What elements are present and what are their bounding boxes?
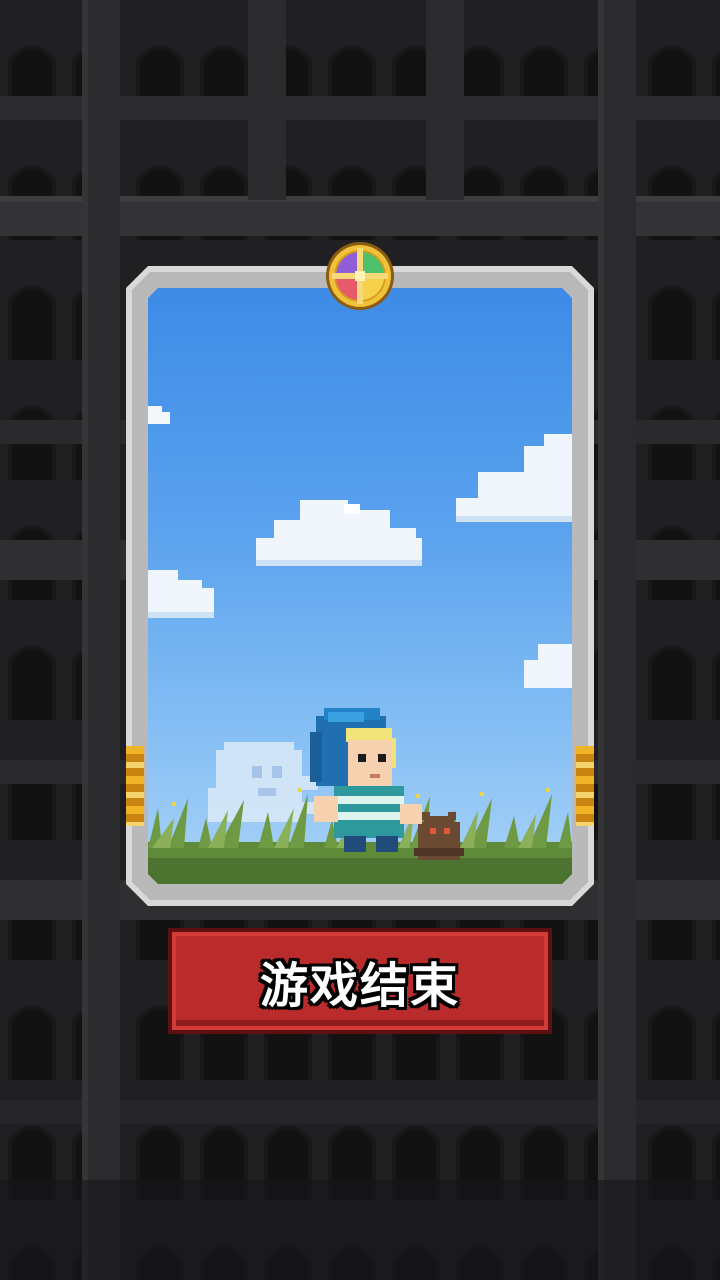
game-over-label: 游戏结束 bbox=[259, 958, 460, 1014]
hooded-hero-icon bbox=[310, 708, 422, 852]
cloud bbox=[148, 406, 170, 424]
cloud bbox=[524, 644, 572, 688]
card-right-gem bbox=[576, 746, 594, 826]
cloud bbox=[256, 500, 422, 566]
cloud bbox=[456, 434, 572, 522]
card-artwork bbox=[148, 288, 572, 884]
game-over-button[interactable]: 游戏结束 bbox=[168, 928, 552, 1034]
four-quadrant-emblem-icon bbox=[326, 242, 394, 310]
meadow-scene bbox=[148, 406, 572, 884]
cloud-ghost-icon bbox=[208, 742, 318, 822]
character-card bbox=[126, 266, 594, 906]
game-over-screen: 游戏结束 bbox=[0, 0, 720, 1280]
card-left-gem bbox=[126, 746, 144, 826]
cloud bbox=[148, 570, 214, 618]
